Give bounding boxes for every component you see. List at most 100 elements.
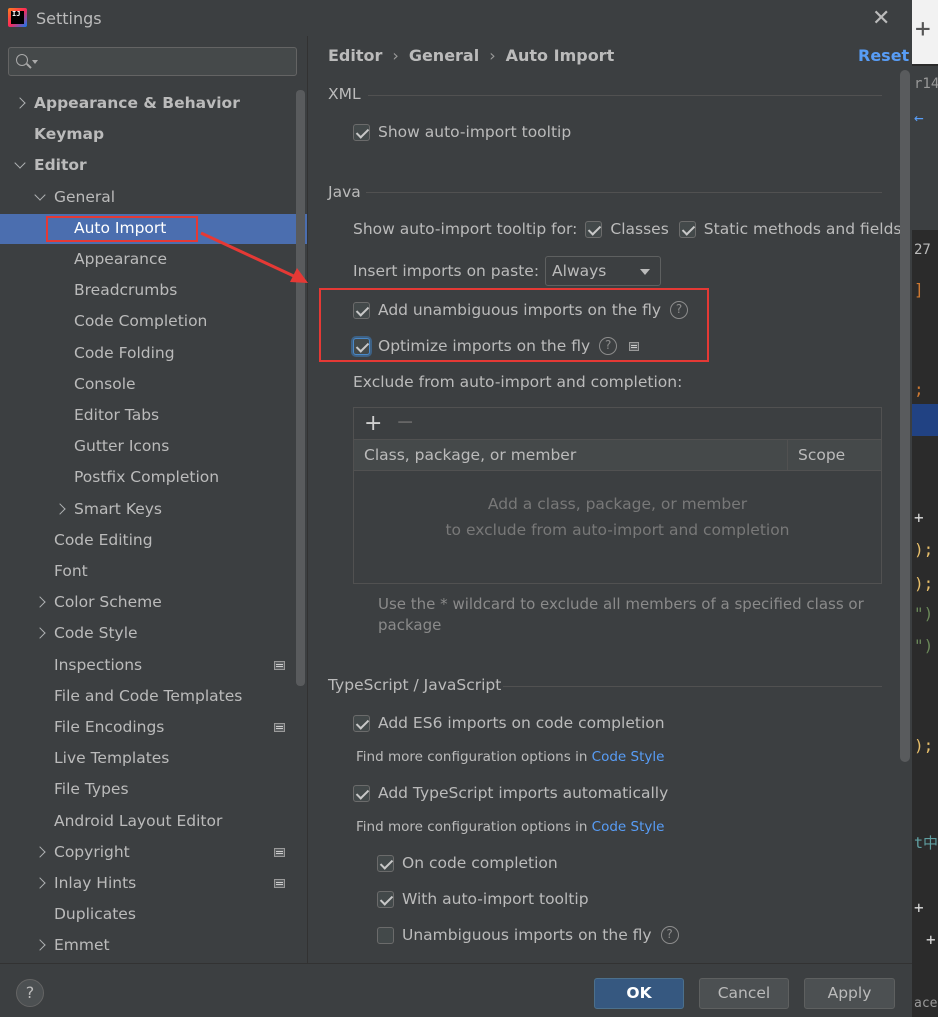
on-code-completion-row[interactable]: On code completion: [377, 852, 558, 874]
chevron-right-icon[interactable]: [34, 846, 46, 858]
breadcrumb-item[interactable]: General: [409, 46, 479, 65]
sidebar-item-inspections[interactable]: Inspections: [0, 650, 307, 680]
bg-text: +: [926, 930, 936, 949]
sidebar-item-label: Appearance: [74, 250, 168, 268]
bg-text: );: [914, 540, 934, 559]
table-header: Class, package, or member Scope: [354, 440, 881, 471]
sidebar-item-label: Inspections: [54, 656, 143, 674]
cancel-button[interactable]: Cancel: [699, 978, 789, 1009]
sidebar-item-label: Editor Tabs: [74, 406, 160, 424]
annotation-arrow: [200, 231, 308, 283]
remove-icon: −: [396, 410, 415, 435]
search-input[interactable]: [41, 51, 291, 71]
sidebar-item-label: Keymap: [34, 125, 105, 143]
sidebar-item-file-types[interactable]: File Types: [0, 774, 307, 804]
sidebar-item-live-templates[interactable]: Live Templates: [0, 743, 307, 773]
sidebar-item-inlay-hints[interactable]: Inlay Hints: [0, 868, 307, 898]
sidebar-item-label: Duplicates: [54, 905, 136, 923]
sidebar-item-label: Code Completion: [74, 312, 208, 330]
sidebar-item-editor[interactable]: Editor: [0, 150, 307, 180]
column-header-scope[interactable]: Scope: [787, 440, 881, 471]
chevron-down-icon: [32, 60, 38, 64]
separator: [503, 686, 882, 687]
help-button[interactable]: ?: [16, 979, 44, 1007]
table-empty-text: Add a class, package, or member: [487, 495, 748, 513]
sidebar-item-console[interactable]: Console: [0, 369, 307, 399]
sidebar-item-label: Postfix Completion: [74, 468, 220, 486]
content-scrollbar[interactable]: [900, 70, 910, 762]
bg-text: r14: [914, 76, 938, 92]
with-tooltip-checkbox[interactable]: [377, 890, 394, 908]
chevron-right-icon: ›: [489, 46, 496, 65]
sidebar-item-appearance-behavior[interactable]: Appearance & Behavior: [0, 88, 307, 118]
separator: [366, 192, 882, 193]
static-methods-checkbox[interactable]: [678, 220, 696, 238]
bg-text: ace: [914, 996, 938, 1011]
add-es6-checkbox[interactable]: [353, 714, 370, 732]
on-code-completion-checkbox[interactable]: [377, 854, 394, 872]
sidebar-item-label: General: [54, 188, 116, 206]
search-icon: [16, 54, 28, 66]
xml-show-tooltip-row[interactable]: Show auto-import tooltip: [353, 121, 571, 143]
breadcrumb-item[interactable]: Editor: [328, 46, 382, 65]
unambiguous-on-fly-checkbox[interactable]: [377, 926, 394, 944]
config-note: Find more configuration options in Code …: [356, 819, 665, 835]
bg-text: ;: [914, 380, 924, 399]
sidebar-item-file-encodings[interactable]: File Encodings: [0, 712, 307, 742]
sidebar-item-label: File and Code Templates: [54, 687, 243, 705]
column-header-class[interactable]: Class, package, or member: [364, 446, 576, 464]
sidebar-item-duplicates[interactable]: Duplicates: [0, 899, 307, 929]
chevron-right-icon[interactable]: [34, 627, 46, 639]
sidebar-item-gutter-icons[interactable]: Gutter Icons: [0, 431, 307, 461]
sidebar-item-editor-tabs[interactable]: Editor Tabs: [0, 400, 307, 430]
chevron-right-icon[interactable]: [34, 877, 46, 889]
chevron-down-icon[interactable]: [34, 189, 46, 201]
chevron-down-icon[interactable]: [14, 157, 26, 169]
sidebar-item-general[interactable]: General: [0, 182, 307, 212]
annotation-box: [319, 288, 709, 362]
help-icon[interactable]: ?: [660, 926, 679, 944]
sidebar-scrollbar[interactable]: [296, 90, 305, 686]
sidebar-item-smart-keys[interactable]: Smart Keys: [0, 494, 307, 524]
chevron-right-icon[interactable]: [34, 939, 46, 951]
sidebar-item-android-layout-editor[interactable]: Android Layout Editor: [0, 806, 307, 836]
code-style-link[interactable]: Code Style: [592, 749, 665, 765]
sidebar-item-color-scheme[interactable]: Color Scheme: [0, 587, 307, 617]
with-tooltip-row[interactable]: With auto-import tooltip: [377, 888, 589, 910]
sidebar-item-code-style[interactable]: Code Style: [0, 618, 307, 648]
bg-text: "): [914, 636, 934, 655]
ok-button[interactable]: OK: [594, 978, 684, 1009]
reset-link[interactable]: Reset: [858, 46, 909, 65]
sidebar-item-label: Inlay Hints: [54, 874, 137, 892]
sidebar-item-label: Copyright: [54, 843, 130, 861]
sidebar-item-copyright[interactable]: Copyright: [0, 837, 307, 867]
bg-text: );: [914, 736, 934, 755]
close-icon[interactable]: ✕: [872, 6, 890, 31]
sidebar-item-postfix-completion[interactable]: Postfix Completion: [0, 462, 307, 492]
sidebar-item-code-folding[interactable]: Code Folding: [0, 338, 307, 368]
xml-show-tooltip-checkbox[interactable]: [353, 123, 370, 141]
sidebar-item-label: Breadcrumbs: [74, 281, 178, 299]
sidebar-item-code-completion[interactable]: Code Completion: [0, 306, 307, 336]
unambiguous-on-fly-row[interactable]: Unambiguous imports on the fly ?: [377, 924, 679, 946]
sidebar-item-file-and-code-templates[interactable]: File and Code Templates: [0, 681, 307, 711]
sidebar-item-code-editing[interactable]: Code Editing: [0, 525, 307, 555]
module-settings-icon: [274, 879, 285, 888]
chevron-right-icon[interactable]: [34, 596, 46, 608]
add-ts-auto-checkbox[interactable]: [353, 784, 370, 802]
add-icon[interactable]: +: [364, 411, 382, 436]
search-field[interactable]: [8, 47, 297, 76]
chevron-right-icon[interactable]: [54, 503, 66, 515]
code-style-link[interactable]: Code Style: [592, 819, 665, 835]
sidebar-item-emmet[interactable]: Emmet: [0, 930, 307, 960]
insert-on-paste-dropdown[interactable]: Always: [545, 256, 662, 286]
classes-checkbox[interactable]: [585, 220, 603, 238]
add-es6-row[interactable]: Add ES6 imports on code completion: [353, 712, 665, 734]
add-ts-auto-row[interactable]: Add TypeScript imports automatically: [353, 782, 668, 804]
sidebar-item-keymap[interactable]: Keymap: [0, 119, 307, 149]
chevron-right-icon[interactable]: [14, 97, 26, 109]
sidebar-item-font[interactable]: Font: [0, 556, 307, 586]
apply-button[interactable]: Apply: [804, 978, 895, 1009]
settings-content: Editor › General › Auto Import Reset XML Sho…: [308, 36, 912, 963]
sidebar-item-label: Console: [74, 375, 136, 393]
